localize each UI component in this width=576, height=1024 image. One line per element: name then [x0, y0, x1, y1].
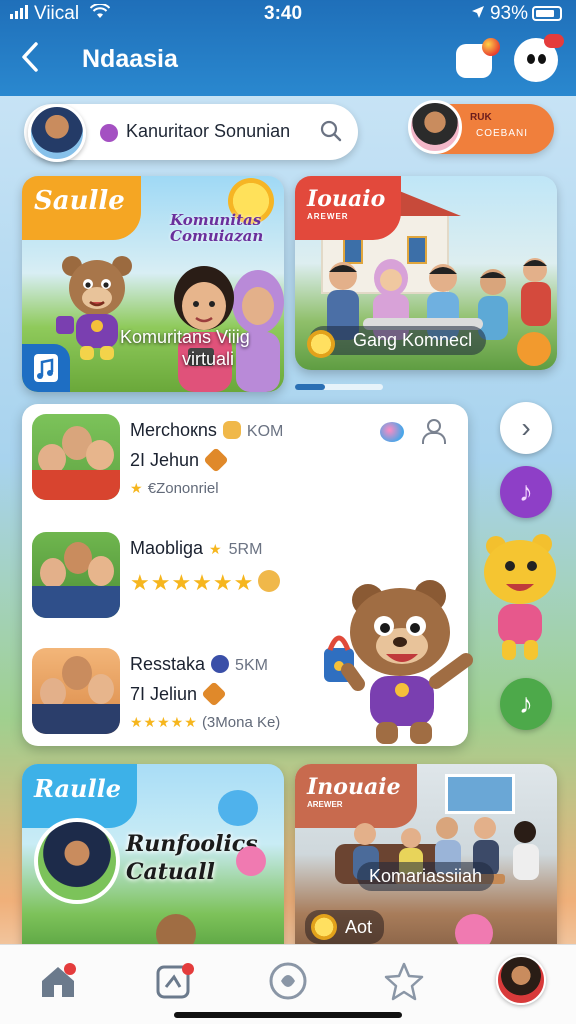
list-item-line3: €Zononriel: [147, 480, 219, 497]
banner-overlay-text: Komunitas Comuiazan: [170, 211, 264, 245]
pill-label: RUK: [470, 112, 492, 123]
list-item-line3: (3Mona Ke): [201, 714, 281, 731]
banner-caption: Gang Komnecl: [309, 326, 487, 355]
bear-face-icon: [222, 421, 241, 439]
clock: 3:40: [264, 3, 303, 24]
list-item-count: 5RM: [228, 541, 263, 558]
list-item-count: 5KM: [235, 657, 268, 674]
list-item-line2: 2I Jehun: [130, 450, 200, 470]
tab-apps[interactable]: [152, 959, 196, 1003]
search-input[interactable]: Kanuritaor Sonunian: [126, 121, 290, 142]
tab-favorites[interactable]: [382, 959, 426, 1003]
location-icon: [471, 3, 485, 25]
carousel-pager[interactable]: [295, 384, 383, 390]
search-icon[interactable]: [320, 120, 342, 142]
user-avatar[interactable]: [28, 104, 86, 162]
home-icon: [42, 963, 76, 997]
music-button[interactable]: ♪: [500, 466, 552, 518]
banner-tag-sub: AREWER: [307, 212, 349, 221]
battery: 93%: [471, 3, 562, 25]
carrier: Viical: [10, 2, 111, 25]
list-item-title: Merchoкns KOM: [130, 420, 283, 441]
family-photo: [32, 648, 120, 734]
header: Ndaasia: [0, 34, 576, 86]
list-item-subtitle: 7I Jeliun: [130, 681, 227, 707]
music-note-button[interactable]: ♪: [500, 678, 552, 730]
list-item-title: Maobliga ★ 5RM: [130, 538, 262, 559]
list-item-count: KOM: [246, 423, 284, 440]
family-photo: [34, 818, 120, 904]
family-photo: [32, 414, 120, 500]
pill-sublabel: COEBANI: [476, 128, 529, 139]
cookie-icon: [203, 447, 229, 473]
back-button[interactable]: [18, 40, 52, 80]
banner-tag: Saulle: [22, 176, 141, 240]
bear-face-icon: [258, 570, 281, 592]
list-item-name: Maobliga: [130, 538, 204, 558]
star-icon: ★: [209, 541, 223, 557]
next-button[interactable]: ›: [500, 402, 552, 454]
apps-icon: [156, 963, 194, 999]
banner-caption: Komariassiiah: [357, 862, 495, 891]
tab-profile-avatar[interactable]: [496, 955, 546, 1005]
cookie-icon: [201, 681, 227, 707]
status-bar: Viical 3:40 93%: [0, 0, 576, 28]
pink-creature-illustration: [236, 846, 266, 876]
banner-caption-line2: virtuali: [182, 349, 235, 369]
tab-explore[interactable]: [266, 959, 310, 1003]
family-photo: [32, 532, 120, 618]
list-item-detail: ★ €Zononriel: [130, 480, 219, 497]
music-note-icon[interactable]: [22, 344, 70, 392]
coin-button[interactable]: Aot: [305, 910, 385, 944]
carrier-name: Viical: [34, 3, 80, 24]
community-avatar: [408, 100, 462, 154]
coin-icon: [307, 330, 335, 358]
star-rating: ★★★★★★: [130, 570, 281, 596]
banner-card-fun-activities[interactable]: Raulle Runfoolics Catuall: [22, 764, 284, 964]
coin-icon: [311, 914, 337, 940]
list-item-subtitle: 2I Jehun: [130, 447, 229, 473]
yellow-bear-mascot-illustration: [484, 534, 556, 660]
home-indicator: [174, 1012, 402, 1018]
banner-tag-text: Inouaie: [307, 774, 401, 800]
wifi-icon: [90, 2, 111, 25]
banner-card-gang-connect[interactable]: Iouaio AREWER Gang Komnecl: [295, 176, 557, 370]
list-item-name: Merchoкns: [130, 420, 217, 440]
list-item-title: Resstaka 5KM: [130, 654, 268, 675]
list-item-line2: 7I Jeliun: [130, 684, 198, 704]
rating-stars: ★★★★★★: [130, 570, 255, 595]
battery-icon: [532, 6, 562, 21]
blue-bear-illustration: [218, 790, 258, 826]
bear-mascot-illustration: [324, 580, 473, 744]
notification-badge: [544, 34, 564, 48]
chat-icon[interactable]: [517, 332, 551, 366]
store-icon[interactable]: [456, 38, 500, 78]
rating-stars: ★★★★★: [130, 714, 198, 730]
banner-caption: Komuritans Viiig virtuali: [120, 326, 250, 370]
list-item-name: Resstaka: [130, 654, 206, 674]
banner-card-community-room[interactable]: Inouaie AREWER Komariassiiah Aot: [295, 764, 557, 964]
sticker-icon: [100, 124, 118, 142]
banner-tag-text: Iouaio: [307, 186, 386, 212]
page-title: Ndaasia: [82, 45, 178, 73]
star-icon: ★: [130, 480, 144, 496]
battery-percent: 93%: [489, 3, 528, 24]
signal-icon: [10, 3, 30, 19]
coin-label: Aot: [345, 917, 373, 937]
banner-card-virtual-community[interactable]: Saulle Komunitas Comuiazan Komuritans Vi…: [22, 176, 284, 392]
list-item[interactable]: Merchoкns KOM 2I Jehun ★ €Zononriel: [32, 414, 452, 502]
list-item-detail: ★★★★★ (3Mona Ke): [130, 714, 280, 731]
banner-caption-text: Gang Komnecl: [353, 330, 473, 350]
community-profile-pill[interactable]: RUK COEBANI: [408, 100, 554, 154]
top-bar: Viical 3:40 93% Ndaasia: [0, 0, 576, 96]
banner-caption-line1: Komuritans Viiig: [120, 327, 250, 347]
star-icon: [384, 962, 424, 1001]
search-bar[interactable]: Kanuritaor Sonunian: [24, 104, 358, 162]
explore-icon: [269, 962, 307, 1000]
banner-tag: Iouaio AREWER: [295, 176, 402, 240]
tab-home[interactable]: [36, 959, 80, 1003]
sticker-icon: [211, 655, 230, 673]
mascot-profile-icon[interactable]: [514, 34, 564, 82]
